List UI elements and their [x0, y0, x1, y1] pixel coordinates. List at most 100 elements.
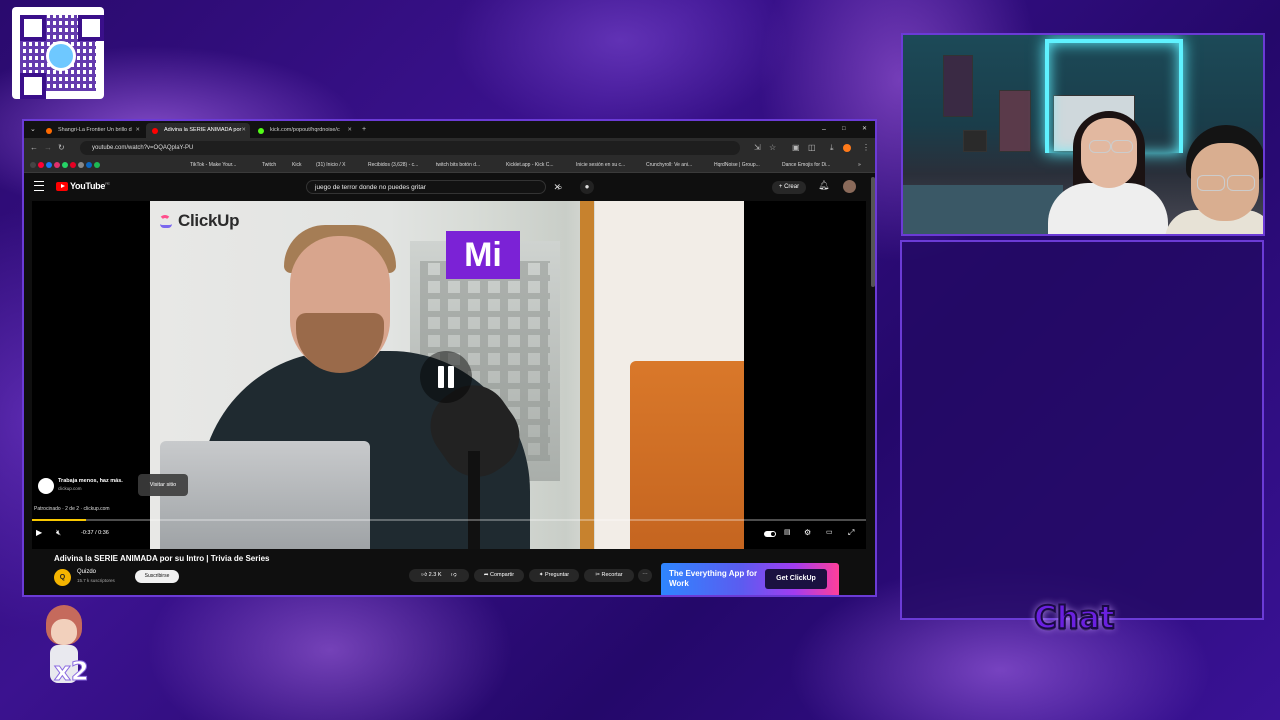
download-icon[interactable]: ⤓ [830, 141, 834, 155]
bookmark-crunchyroll[interactable]: Crunchyroll: Ve ani... [646, 158, 692, 172]
wall-poster [999, 90, 1031, 152]
time-display: -0:37 / 0:36 [81, 530, 109, 536]
advertiser-logo [38, 478, 54, 494]
qr-finder [20, 15, 46, 41]
subscribe-button[interactable]: Suscribirse [135, 570, 179, 583]
tab-favicon [46, 128, 52, 134]
chat-panel [900, 240, 1264, 620]
subtitles-icon[interactable]: ▤ [784, 528, 791, 538]
play-icon[interactable]: ▶ [36, 528, 42, 538]
tab-youtube[interactable]: Adivina la SERIE ANIMADA por ✕ [146, 123, 250, 138]
wall-frame [963, 130, 987, 152]
search-input[interactable]: juego de terror donde no puedes gritar ✕ [306, 180, 561, 194]
qr-finder [20, 73, 46, 99]
close-tab-icon[interactable]: ✕ [347, 123, 352, 138]
like-button[interactable]: 👍︎ 2.3 K [421, 572, 441, 578]
visit-site-button[interactable]: Visitar sitio [138, 474, 188, 496]
channel-name[interactable]: Quizdo [77, 569, 96, 575]
video-frame[interactable]: ClickUp Mi [150, 201, 744, 549]
menu-icon[interactable] [34, 181, 44, 191]
pause-icon[interactable] [420, 351, 472, 403]
bookmark-star-icon[interactable]: ☆ [769, 141, 776, 155]
tab-kick[interactable]: kick.com/popout/hqrdnoise/c ✕ [252, 123, 356, 138]
fullscreen-icon[interactable]: ⤢ [848, 528, 854, 538]
page-scrollbar[interactable] [871, 177, 875, 287]
volume-muted-icon[interactable]: 🔇︎ [56, 528, 61, 538]
bookmark-app-icons[interactable] [30, 158, 102, 172]
microphone-icon[interactable]: ● [580, 180, 594, 194]
streamer-girl-face [1081, 118, 1137, 188]
more-bookmarks-icon[interactable]: » [858, 158, 861, 172]
streamer-girl-body [1048, 183, 1168, 234]
video-player[interactable]: ClickUp Mi Trabaja menos, haz más. click… [32, 201, 866, 549]
brand-text: ClickUp [178, 211, 240, 230]
search-icon[interactable]: ⌕ [552, 180, 568, 194]
glasses [1089, 140, 1111, 153]
notifications-bell-icon[interactable]: 🔔︎ [818, 180, 829, 191]
close-tab-icon[interactable]: ✕ [241, 123, 246, 138]
ad-info[interactable]: Trabaja menos, haz más. clickup.com [38, 476, 148, 498]
profile-icon[interactable] [843, 144, 851, 152]
create-button[interactable]: + Crear [772, 181, 806, 194]
clip-button[interactable]: ✂ Recortar [584, 569, 634, 582]
search-query: juego de terror donde no puedes gritar [315, 184, 426, 191]
youtube-logo[interactable]: YouTubePE [56, 181, 110, 192]
glasses [1197, 175, 1225, 191]
reload-icon[interactable]: ↻ [58, 141, 65, 155]
tab-favicon [152, 128, 158, 134]
maximize-button[interactable]: □ [842, 121, 846, 138]
bookmark-x[interactable]: (31) Inicio / X [316, 158, 345, 172]
progress-bar[interactable] [32, 519, 866, 521]
ask-button[interactable]: ✦ Preguntar [529, 569, 579, 582]
microphone-stand [468, 451, 480, 549]
video-overlay-text: Mi [446, 231, 520, 279]
multiplier-label: x2 [54, 657, 90, 688]
tab-list-icon[interactable]: ⌄ [30, 121, 36, 138]
extension-icon[interactable]: ◫ [808, 141, 816, 155]
channel-avatar[interactable]: Q [54, 569, 71, 586]
webcam-feed [901, 33, 1265, 236]
browser-window: ⌄ Shangri-La Frontier Un brillo d ✕ Adiv… [22, 119, 877, 597]
bookmark-twitch[interactable]: Twitch [262, 158, 276, 172]
miniplayer-icon[interactable]: ▭ [826, 528, 833, 538]
back-icon[interactable]: ← [30, 141, 38, 155]
bookmark-kicklet[interactable]: Kicklet.app - Kick C... [506, 158, 554, 172]
bookmark-login[interactable]: Inicie sesión en su c... [576, 158, 625, 172]
qr-code [12, 7, 104, 99]
banner-text: The Everything App for Work [669, 569, 758, 588]
tab-bar: ⌄ Shangri-La Frontier Un brillo d ✕ Adiv… [24, 121, 875, 138]
extensions-icon[interactable]: ▣ [792, 141, 800, 155]
close-window-button[interactable]: ✕ [862, 121, 867, 138]
bookmark-gmail[interactable]: Recibidos (3,628) - c... [368, 158, 418, 172]
new-tab-button[interactable]: + [362, 121, 366, 138]
close-tab-icon[interactable]: ✕ [135, 123, 140, 138]
install-icon[interactable]: ⇲ [754, 141, 761, 155]
tab-label: Adivina la SERIE ANIMADA por [164, 127, 242, 133]
clip-label: Recortar [601, 572, 623, 578]
tab-shangri-la[interactable]: Shangri-La Frontier Un brillo d ✕ [40, 123, 144, 138]
tab-favicon [258, 128, 264, 134]
dislike-button[interactable]: 👎︎ [451, 572, 457, 578]
bookmark-dance-emojis[interactable]: Dance Emojis for Di... [782, 158, 830, 172]
like-dislike-group: 👍︎ 2.3 K 👎︎ [409, 569, 469, 582]
youtube-header: YouTubePE juego de terror donde no puede… [24, 173, 875, 201]
bookmark-tiktok[interactable]: TikTok - Make Your... [190, 158, 236, 172]
settings-gear-icon[interactable]: ⚙ [804, 528, 811, 538]
share-label: Compartir [489, 572, 515, 578]
qr-logo [46, 41, 76, 71]
bookmark-kick[interactable]: Kick [292, 158, 301, 172]
minimize-button[interactable]: – [822, 121, 826, 138]
address-bar[interactable]: youtube.com/watch?v=OQAQplaY-PU [80, 141, 740, 155]
bookmark-hqrdnoise[interactable]: HqrdNoise | Group... [714, 158, 760, 172]
share-button[interactable]: ➦ Compartir [474, 569, 524, 582]
autoplay-toggle[interactable] [764, 531, 776, 537]
menu-icon[interactable]: ⋮ [862, 141, 870, 155]
clickup-ad-banner[interactable]: The Everything App for Work Get ClickUp [661, 563, 839, 595]
get-clickup-button[interactable]: Get ClickUp [765, 569, 827, 589]
avatar[interactable] [843, 180, 856, 193]
forward-icon[interactable]: → [44, 141, 52, 155]
bookmark-twitch-bits[interactable]: twitch bits botón d... [436, 158, 480, 172]
bookmarks-bar: TikTok - Make Your... Twitch Kick (31) I… [24, 158, 875, 173]
qr-finder [78, 15, 104, 41]
more-actions-button[interactable]: ⋯ [638, 569, 652, 582]
